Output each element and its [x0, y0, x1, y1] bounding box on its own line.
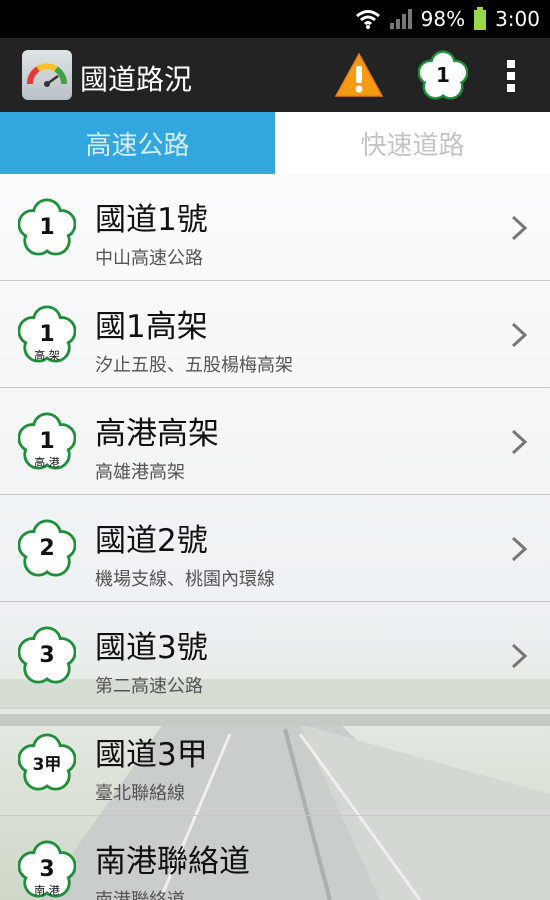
route-subtitle: 機場支線、桃園內環線: [95, 569, 275, 590]
overflow-menu-icon[interactable]: [496, 58, 526, 94]
shield-number: 3: [39, 642, 55, 668]
route-title: 國道3甲: [95, 737, 208, 773]
highway-shield-icon: 2: [18, 519, 76, 577]
clock: 3:00: [495, 7, 540, 31]
app-bar: 國道路況 1: [0, 38, 550, 112]
signal-icon: [389, 9, 412, 29]
route-subtitle: 南港聯絡道: [95, 886, 185, 900]
highway-shield-button[interactable]: 1: [418, 50, 468, 100]
shield-subtext: 高 架: [34, 349, 60, 362]
chevron-right-icon: [511, 429, 528, 455]
highway-shield-icon: 3甲: [18, 733, 76, 791]
status-bar: 98% 3:00: [0, 0, 550, 38]
route-subtitle: 高雄港高架: [95, 462, 185, 483]
route-row-national-3a[interactable]: 3甲 國道3甲 臺北聯絡線: [0, 709, 550, 816]
route-row-national-1[interactable]: 1 國道1號 中山高速公路: [0, 174, 550, 281]
route-subtitle: 汐止五股、五股楊梅高架: [95, 355, 293, 376]
route-row-national-2[interactable]: 2 國道2號 機場支線、桃園內環線: [0, 495, 550, 602]
chevron-right-icon: [511, 536, 528, 562]
app-logo-icon[interactable]: [22, 50, 72, 100]
highway-shield-icon: 3 南 港: [18, 840, 76, 898]
battery-percent: 98%: [420, 7, 466, 31]
route-title: 國道1號: [95, 202, 208, 238]
warning-icon[interactable]: [334, 52, 384, 98]
route-row-kaohsiung-port-elevated[interactable]: 1 高 港 高港高架 高雄港高架: [0, 388, 550, 495]
highway-shield-icon: 1 高 架: [18, 305, 76, 363]
chevron-right-icon: [511, 322, 528, 348]
shield-subtext: 南 港: [34, 884, 60, 897]
app-title: 國道路況: [80, 63, 193, 96]
highway-shield-icon: 3: [18, 626, 76, 684]
route-title: 國1高架: [95, 309, 208, 345]
highway-shield-number: 1: [436, 63, 450, 87]
chevron-right-icon: [511, 643, 528, 669]
route-list: 1 國道1號 中山高速公路 1 高 架 國1高架 汐止五股、五股楊梅高架 1 高…: [0, 174, 550, 900]
route-subtitle: 中山高速公路: [95, 248, 203, 269]
shield-subtext: 高 港: [34, 456, 60, 469]
route-subtitle: 臺北聯絡線: [95, 783, 185, 804]
tab-expressway[interactable]: 快速道路: [275, 112, 550, 174]
route-title: 高港高架: [95, 416, 219, 452]
shield-number: 2: [39, 535, 55, 561]
route-row-national-3[interactable]: 3 國道3號 第二高速公路: [0, 602, 550, 709]
shield-number: 3甲: [32, 754, 62, 775]
route-title: 國道2號: [95, 523, 208, 559]
shield-number: 1: [39, 214, 55, 240]
highway-shield-icon: 1: [18, 198, 76, 256]
tab-freeway[interactable]: 高速公路: [0, 112, 275, 174]
route-title: 國道3號: [95, 630, 208, 666]
route-row-national-1-elevated[interactable]: 1 高 架 國1高架 汐止五股、五股楊梅高架: [0, 281, 550, 388]
tab-bar: 高速公路 快速道路: [0, 112, 550, 174]
route-title: 南港聯絡道: [95, 844, 250, 880]
status-indicators: 98% 3:00: [355, 0, 540, 38]
battery-icon: [474, 7, 487, 30]
route-subtitle: 第二高速公路: [95, 676, 203, 697]
wifi-icon: [355, 10, 380, 29]
highway-shield-icon: 1 高 港: [18, 412, 76, 470]
chevron-right-icon: [511, 215, 528, 241]
route-row-nangang-link[interactable]: 3 南 港 南港聯絡道 南港聯絡道: [0, 816, 550, 900]
